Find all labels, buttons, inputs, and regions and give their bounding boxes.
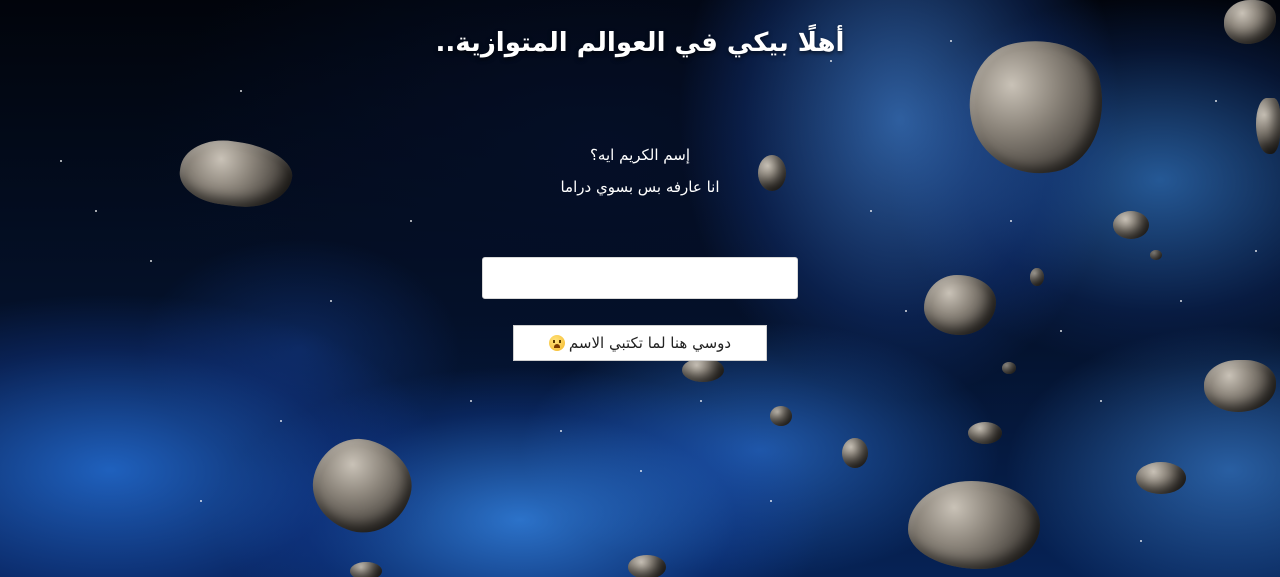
page-title: أهلًا بيكي في العوالم المتوازية.. (435, 28, 845, 58)
asteroid (628, 555, 666, 577)
star (560, 430, 562, 432)
asteroid (682, 358, 724, 382)
star (1140, 540, 1142, 542)
star (770, 500, 772, 502)
asteroid (842, 438, 868, 468)
star (1255, 250, 1257, 252)
star (410, 220, 412, 222)
star (1100, 400, 1102, 402)
asteroid (1113, 211, 1149, 239)
star (830, 60, 832, 62)
asteroid (1136, 462, 1186, 494)
asteroid (1150, 250, 1162, 260)
submit-button-label: دوسي هنا لما تكتبي الاسم (568, 334, 732, 352)
star (1180, 300, 1182, 302)
asteroid (908, 481, 1040, 569)
star (1010, 220, 1012, 222)
star (470, 400, 472, 402)
star (200, 500, 202, 502)
star (700, 400, 702, 402)
scared-face-emoji-icon (548, 335, 565, 351)
asteroid (770, 406, 792, 426)
star (280, 420, 282, 422)
name-input[interactable] (482, 257, 798, 299)
star (1215, 100, 1217, 102)
asteroid (1002, 362, 1016, 374)
star (95, 210, 97, 212)
asteroid (924, 275, 996, 335)
star (1060, 330, 1062, 332)
asteroid (302, 428, 422, 544)
star (150, 260, 152, 262)
asteroid (968, 422, 1002, 444)
drama-note: انا عارفه بس بسوي دراما (560, 178, 720, 196)
asteroid (350, 562, 382, 577)
star (640, 470, 642, 472)
asteroid (1204, 360, 1276, 412)
name-question: إسم الكريم ايه؟ (589, 146, 691, 164)
star (240, 90, 242, 92)
star (870, 210, 872, 212)
submit-name-button[interactable]: دوسي هنا لما تكتبي الاسم (513, 325, 767, 361)
star (905, 310, 907, 312)
asteroid (1030, 268, 1044, 286)
star (330, 300, 332, 302)
